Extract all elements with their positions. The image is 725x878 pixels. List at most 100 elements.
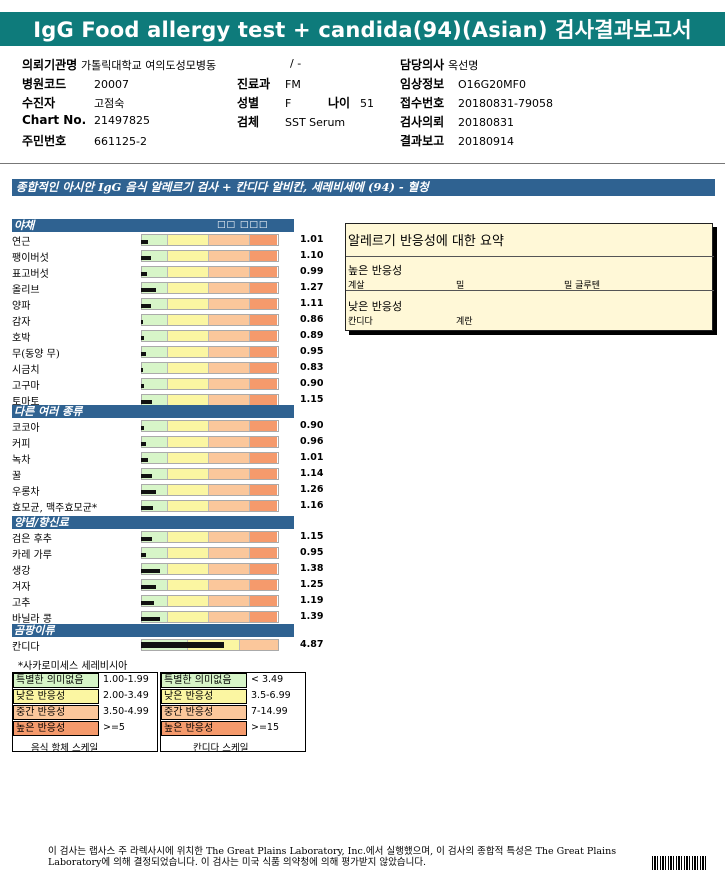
food-name: 양파 [12,301,31,312]
result-value: 1.01 [300,234,324,245]
scale-segment [142,363,168,373]
ward-field: / - [290,57,302,70]
scale-legend-row: 중간 반응성 7-14.99 [161,705,305,721]
scale-segment [209,395,250,405]
result-value: 1.27 [300,282,324,293]
scale-segment [142,421,168,431]
scale-range: 1.00-1.99 [103,674,149,685]
reactivity-bar [141,378,279,390]
summary-low-item: 계란 [456,317,473,327]
scale-segment [250,299,277,309]
food-name: 시금치 [12,365,40,376]
result-row: 시금치 0.83 [12,360,323,376]
scale-range: 7-14.99 [251,706,288,717]
result-value: 1.10 [300,250,324,261]
receipt-field: 접수번호 20180831-79058 [400,96,553,110]
reactivity-fill [141,458,148,462]
reactivity-fill [141,506,153,510]
report-title: IgG Food allergy test + candida(94)(Asia… [0,12,725,46]
report-date-field: 결과보고 20180914 [400,134,514,148]
reactivity-fill [141,426,144,430]
scale-segment [209,283,250,293]
scale-range: 3.5-6.99 [251,690,291,701]
reactivity-fill [141,585,156,589]
scale-range: 3.50-4.99 [103,706,149,717]
result-value: 0.99 [300,266,324,277]
category-name: 양념/향신료 [14,516,69,529]
result-value: 1.14 [300,468,324,479]
scale-segment [250,347,277,357]
result-row: 녹차 1.01 [12,450,323,466]
scale-segment [168,315,209,325]
scale-segment [209,363,250,373]
result-value: 0.96 [300,436,324,447]
dept-field: 진료과 FM [237,77,301,91]
scale-segment [142,315,168,325]
result-row: 검은 후추 1.15 [12,529,323,545]
result-row: 연근 1.01 [12,232,323,248]
result-value: 1.15 [300,531,324,542]
footnote: *사카로미세스 세레비시아 [18,661,128,672]
scale-segment [168,580,209,590]
scale-segment [250,235,277,245]
scale-segment [168,251,209,261]
scale-segment [250,421,277,431]
scale-segment [168,363,209,373]
food-name: 우롱차 [12,487,40,498]
food-name: 생강 [12,566,31,577]
scale-legend-row: 특별한 의미없음 < 3.49 [161,673,305,689]
reactivity-bar [141,266,279,278]
category-header: 양념/향신료 [12,516,294,529]
reactivity-bar [141,314,279,326]
result-value: 1.01 [300,452,324,463]
reactivity-fill [141,368,143,372]
scale-segment [168,299,209,309]
reactivity-bar [141,420,279,432]
scale-segment [250,580,277,590]
reactivity-fill [141,537,152,541]
patient-field: 수진자 고점숙 [22,96,125,110]
reactivity-fill [141,617,160,621]
reactivity-fill [141,352,146,356]
reactivity-bar [141,346,279,358]
reactivity-fill [141,400,152,404]
scale-segment [250,453,277,463]
food-name: 감자 [12,317,31,328]
request-field: 검사의뢰 20180831 [400,115,514,129]
barcode-image [652,856,706,870]
result-value: 0.89 [300,330,324,341]
result-value: 1.39 [300,611,324,622]
id-field: 주민번호 661125-2 [22,134,147,148]
scale-segment [209,235,250,245]
result-row: 고구마 0.90 [12,376,323,392]
result-row: 카레 가루 0.95 [12,545,323,561]
reactivity-bar [141,500,279,512]
scale-segment [250,596,277,606]
food-name: 연근 [12,237,31,248]
scale-header: □□ □□□ [217,220,269,230]
scale-segment [209,580,250,590]
result-value: 0.95 [300,547,324,558]
scale-legend-row: 높은 반응성 >=5 [13,721,157,737]
scale-segment [168,469,209,479]
food-name: 고추 [12,598,31,609]
scale-level-chip: 중간 반응성 [13,705,99,720]
reactivity-fill [141,272,147,276]
scale-segment [168,235,209,245]
result-value: 0.90 [300,420,324,431]
scale-segment [168,548,209,558]
reactivity-fill [141,256,151,260]
summary-high-heading: 높은 반응성 [348,264,403,277]
scale-segment [168,612,209,622]
result-value: 0.83 [300,362,324,373]
scale-segment [209,251,250,261]
scale-level-chip: 특별한 의미없음 [13,673,99,688]
food-scale-caption: 음식 항체 스케일 [31,743,99,754]
food-name: 팽이버섯 [12,253,49,264]
reactivity-bar [141,531,279,543]
reactivity-bar [141,282,279,294]
reactivity-bar [141,250,279,262]
scale-level-chip: 낮은 반응성 [161,689,247,704]
category-name: 다른 여러 종류 [14,405,83,418]
scale-segment [250,612,277,622]
